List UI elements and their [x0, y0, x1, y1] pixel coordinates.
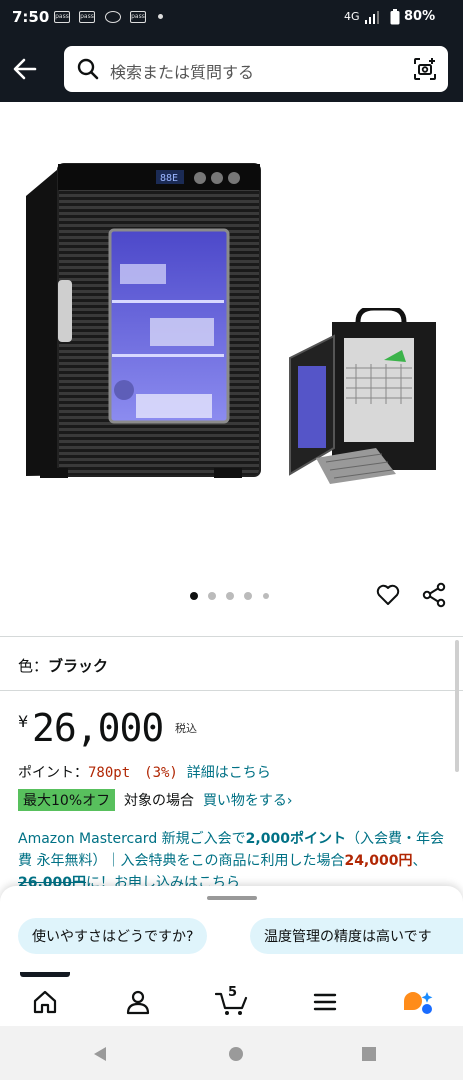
notification-icon: pass — [130, 11, 146, 23]
product-image-fridge: 88E — [26, 163, 261, 478]
notification-icon — [105, 11, 121, 23]
price-amount: 26,000 — [32, 706, 164, 750]
carousel-dot[interactable] — [208, 592, 216, 600]
rufus-assistant-icon[interactable] — [401, 988, 435, 1016]
divider — [0, 690, 463, 691]
svg-text:88E: 88E — [160, 173, 178, 184]
discount-text: 対象の場合 — [124, 793, 195, 809]
notification-icon: pass — [54, 11, 70, 23]
mastercard-promo-link[interactable]: Amazon Mastercard 新規ご入会で2,000ポイント（入会費・年会… — [18, 828, 444, 888]
product-image-fridge-open — [289, 308, 436, 484]
more-notifications-dot — [158, 14, 163, 19]
camera-search-icon[interactable] — [412, 56, 438, 82]
divider — [0, 636, 463, 637]
system-navigation-bar — [0, 1026, 463, 1080]
battery-percent: 80% — [404, 9, 436, 24]
mastercard-new-price: 24,000円 — [344, 853, 413, 869]
back-arrow-icon[interactable] — [10, 54, 40, 84]
points-details-link[interactable]: 詳細はこちら — [187, 765, 271, 781]
notification-icon: pass — [79, 11, 95, 23]
share-icon[interactable] — [421, 582, 447, 608]
status-bar: 7:50 pass pass pass 4G 80% — [0, 0, 463, 36]
search-input[interactable]: 検索または質問する — [64, 46, 448, 92]
search-header: 検索または質問する — [0, 36, 463, 102]
carousel-dot[interactable] — [244, 592, 252, 600]
active-tab-indicator — [20, 972, 70, 977]
mastercard-points: 2,000ポイント — [245, 831, 346, 847]
carousel-dot[interactable] — [263, 593, 269, 599]
carousel-dot[interactable] — [226, 592, 234, 600]
discount-badge: 最大10%オフ — [18, 789, 116, 811]
search-icon — [77, 58, 99, 80]
battery-icon — [390, 9, 400, 25]
cart-count: 5 — [228, 985, 238, 1000]
tax-label: 税込 — [175, 722, 197, 735]
mastercard-prefix: Amazon Mastercard 新規ご入会で — [18, 831, 246, 847]
points-label: ポイント： — [18, 765, 88, 781]
system-recents-icon[interactable] — [361, 1046, 377, 1062]
status-time: 7:50 — [12, 8, 50, 26]
home-icon[interactable] — [31, 988, 59, 1016]
color-value: ブラック — [48, 657, 109, 675]
color-label: 色： — [18, 657, 49, 675]
menu-icon[interactable] — [311, 988, 339, 1016]
product-image-carousel[interactable]: 88E — [0, 102, 463, 630]
discount-offer-row: 最大10%オフ 対象の場合 買い物をする› — [18, 789, 293, 811]
color-selector[interactable]: 色：ブラック — [18, 655, 108, 676]
suggestion-chip[interactable]: 使いやすさはどうですか? — [18, 918, 208, 954]
search-placeholder: 検索または質問する — [110, 63, 255, 82]
suggestion-chip[interactable]: 温度管理の精度は高いです — [250, 918, 463, 954]
signal-icon — [365, 11, 379, 24]
points-row: ポイント：780pt (3%) 詳細はこちら — [18, 762, 271, 782]
sheet-drag-handle[interactable] — [207, 896, 257, 900]
shop-now-link[interactable]: 買い物をする› — [203, 793, 293, 809]
system-back-icon[interactable] — [92, 1046, 108, 1062]
account-icon[interactable] — [124, 988, 152, 1016]
scrollbar[interactable] — [455, 640, 459, 772]
points-value: 780pt (3%) — [88, 765, 178, 781]
heart-icon[interactable] — [375, 582, 401, 608]
carousel-dot-active[interactable] — [190, 592, 198, 600]
currency-symbol: ¥ — [18, 712, 29, 731]
network-type: 4G — [344, 10, 360, 23]
system-home-icon[interactable] — [228, 1046, 244, 1062]
